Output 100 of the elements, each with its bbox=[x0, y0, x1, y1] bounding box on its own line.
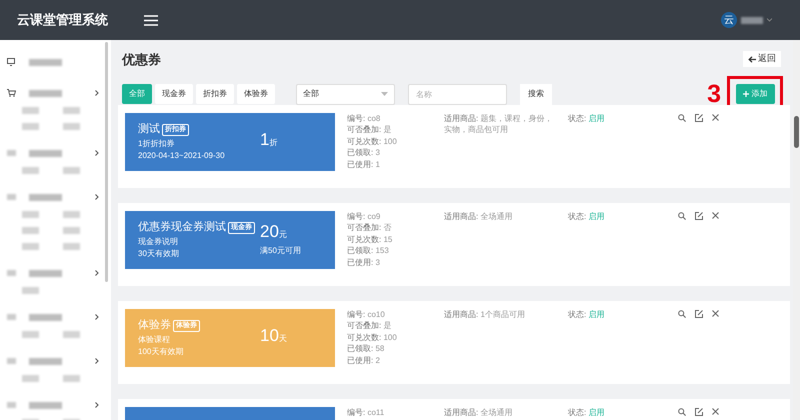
coupon-detail: 已使用: 1 bbox=[347, 158, 381, 170]
coupon-detail: 可兑次数: 100 bbox=[347, 136, 398, 148]
redacted-username bbox=[741, 16, 763, 24]
coupon-detail: 已使用: 3 bbox=[347, 256, 381, 268]
applicable-products: 适用商品: 全场通用 bbox=[444, 210, 514, 222]
coupon-status: 状态: 启用 bbox=[568, 210, 606, 222]
search-icon[interactable] bbox=[678, 212, 686, 220]
blurred-icon bbox=[7, 314, 16, 320]
blurred-icon bbox=[7, 194, 16, 200]
chevron-icon bbox=[95, 90, 99, 96]
close-icon[interactable] bbox=[712, 310, 719, 316]
user-avatar[interactable]: 云 bbox=[721, 12, 737, 28]
coupon-description: 体验课程 bbox=[138, 334, 171, 346]
chevron-icon bbox=[95, 194, 99, 200]
redacted-text[interactable] bbox=[22, 107, 39, 114]
redacted-text bbox=[29, 270, 62, 276]
redacted-text bbox=[29, 58, 62, 66]
close-icon[interactable] bbox=[712, 408, 719, 414]
coupon-name: 优惠券现金券测试 bbox=[138, 220, 226, 236]
redacted-text[interactable] bbox=[62, 227, 80, 234]
coupon-description: 1折折扣券 bbox=[138, 138, 176, 150]
redacted-text[interactable] bbox=[62, 211, 80, 218]
back-arrow-icon bbox=[748, 56, 756, 62]
coupon-value: 10天 bbox=[260, 326, 287, 347]
search-icon[interactable] bbox=[678, 310, 686, 318]
caret-icon[interactable] bbox=[767, 18, 772, 22]
coupon-name: 测试 bbox=[138, 122, 160, 138]
filter-tab[interactable]: 现金券 bbox=[155, 84, 193, 104]
filter-tab[interactable]: 折扣券 bbox=[196, 84, 234, 104]
coupon-detail: 编号: co9 bbox=[347, 210, 382, 222]
blurred-icon bbox=[7, 270, 16, 276]
edit-icon[interactable] bbox=[695, 310, 703, 318]
coupon-name: 体验券 bbox=[138, 318, 171, 334]
redacted-text[interactable] bbox=[62, 331, 80, 338]
chevron-icon bbox=[95, 402, 99, 408]
filter-tab[interactable]: 体验券 bbox=[237, 84, 275, 104]
coupon-detail: 编号: co11 bbox=[347, 406, 386, 418]
page-title: 优惠券 bbox=[122, 51, 161, 69]
redacted-text bbox=[29, 358, 62, 364]
redacted-text bbox=[29, 90, 62, 96]
redacted-text[interactable] bbox=[62, 243, 80, 250]
coupon-detail: 编号: co8 bbox=[347, 112, 382, 124]
edit-icon[interactable] bbox=[695, 212, 703, 220]
close-icon[interactable] bbox=[712, 212, 719, 218]
redacted-text[interactable] bbox=[62, 375, 80, 382]
redacted-text[interactable] bbox=[22, 211, 39, 218]
chevron-icon bbox=[95, 314, 99, 320]
redacted-text[interactable] bbox=[62, 107, 80, 114]
search-icon[interactable] bbox=[678, 408, 686, 416]
annotation-number: 3 bbox=[707, 82, 721, 106]
redacted-text[interactable] bbox=[22, 331, 39, 338]
blurred-icon bbox=[7, 358, 16, 364]
edit-icon[interactable] bbox=[695, 408, 703, 416]
name-search-field[interactable]: 名称 bbox=[408, 84, 507, 104]
back-button[interactable]: 返回 bbox=[743, 51, 781, 67]
blurred-icon bbox=[7, 150, 16, 156]
coupon-detail: 可兑次数: 15 bbox=[347, 234, 394, 246]
edit-icon[interactable] bbox=[695, 114, 703, 122]
redacted-text bbox=[29, 194, 62, 200]
chevron-icon bbox=[95, 150, 99, 156]
coupon-detail: 可否叠加: 是 bbox=[347, 320, 392, 332]
redacted-text[interactable] bbox=[22, 167, 39, 174]
redacted-text[interactable] bbox=[22, 243, 39, 250]
redacted-text[interactable] bbox=[62, 123, 80, 130]
dropdown-value: 全部 bbox=[303, 88, 319, 100]
chevron-icon bbox=[95, 270, 99, 276]
redacted-text[interactable] bbox=[22, 287, 39, 294]
coupon-detail: 已使用: 2 bbox=[347, 354, 381, 366]
coupon-detail: 已领取: 3 bbox=[347, 147, 381, 159]
coupon-description: 2020-04-13~2021-09-30 bbox=[138, 150, 225, 162]
coupon-detail: 已领取: 58 bbox=[347, 343, 386, 355]
coupon-status: 状态: 启用 bbox=[568, 112, 606, 124]
cart-icon bbox=[7, 89, 16, 97]
coupon-detail: 可否叠加: 否 bbox=[347, 222, 392, 234]
redacted-text bbox=[29, 150, 62, 156]
search-icon[interactable] bbox=[678, 114, 686, 122]
coupon-description: 30天有效期 bbox=[138, 248, 180, 260]
coupon-description: 现金券说明 bbox=[138, 236, 179, 248]
menu-icon[interactable] bbox=[144, 14, 158, 26]
coupon-status: 状态: 启用 bbox=[568, 406, 606, 418]
type-dropdown[interactable]: 全部 bbox=[296, 84, 395, 104]
search-button[interactable]: 搜索 bbox=[520, 84, 552, 104]
coupon-detail: 可兑次数: 100 bbox=[347, 332, 398, 344]
redacted-text bbox=[29, 314, 62, 320]
applicable-products: 适用商品: 题集，课程，身份，实物，商品包可用 bbox=[444, 112, 554, 136]
coupon-detail: 已领取: 153 bbox=[347, 245, 390, 257]
applicable-products: 适用商品: 全场通用 bbox=[444, 406, 514, 418]
coupon-detail: 可否叠加: 是 bbox=[347, 124, 392, 136]
sidebar-scrollbar[interactable] bbox=[105, 42, 108, 282]
blurred-icon bbox=[7, 402, 16, 408]
close-icon[interactable] bbox=[712, 114, 719, 120]
chevron-icon bbox=[95, 358, 99, 364]
redacted-text[interactable] bbox=[22, 375, 39, 382]
redacted-text[interactable] bbox=[22, 227, 39, 234]
plus-icon bbox=[742, 91, 748, 97]
redacted-text bbox=[29, 402, 62, 408]
applicable-products: 适用商品: 1个商品可用 bbox=[444, 308, 526, 320]
coupon-status: 状态: 启用 bbox=[568, 308, 606, 320]
redacted-text[interactable] bbox=[22, 123, 39, 130]
redacted-text[interactable] bbox=[62, 167, 80, 174]
